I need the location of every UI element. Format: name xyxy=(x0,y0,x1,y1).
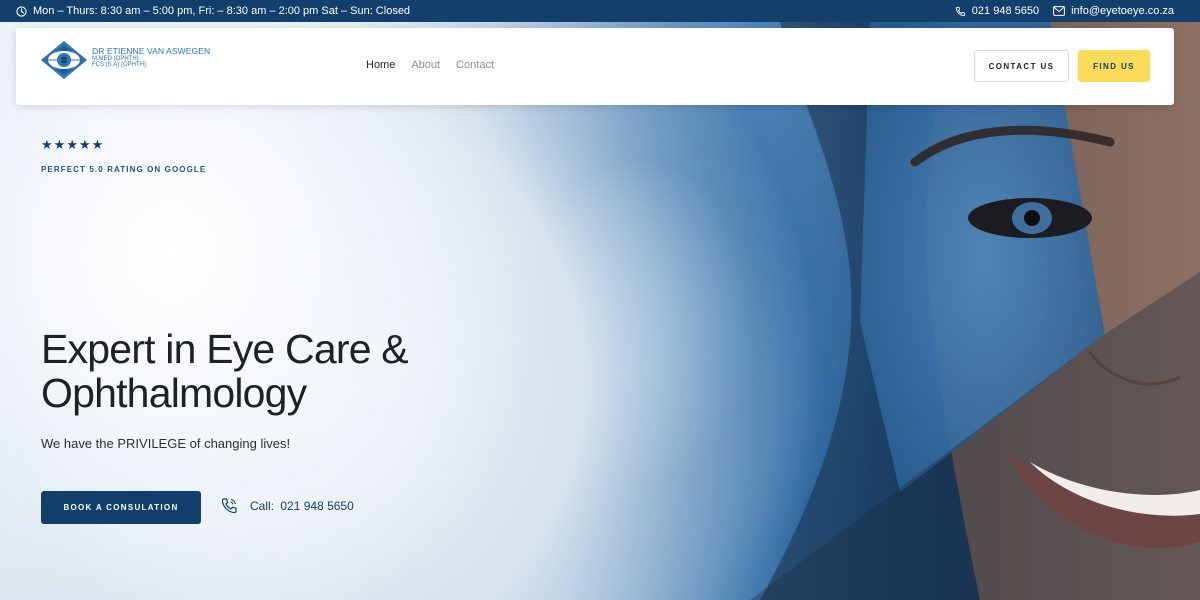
nav-item-about[interactable]: About xyxy=(411,59,440,71)
star-icon: ★ xyxy=(66,137,78,152)
call-prefix: Call: xyxy=(250,499,275,513)
top-info-bar: Mon – Thurs: 8:30 am – 5:00 pm, Fri: – 8… xyxy=(0,0,1200,22)
clock-icon xyxy=(16,5,27,17)
find-us-button[interactable]: FIND US xyxy=(1078,50,1150,82)
topbar-phone[interactable]: 021 948 5650 xyxy=(955,5,1039,17)
site-header: DR ETIENNE VAN ASWEGEN M.MED (OPHTH) FCS… xyxy=(16,28,1174,105)
call-label: Call: 021 948 5650 xyxy=(247,499,354,513)
hero-headline-line-2: Ophthalmology xyxy=(41,370,307,416)
logo-qualification-2: FCS (S.A) (OPHTH) xyxy=(92,62,146,69)
call-number: 021 948 5650 xyxy=(280,499,354,513)
star-icon: ★ xyxy=(91,137,104,152)
envelope-icon xyxy=(1053,6,1065,16)
main-nav: Home About Contact xyxy=(366,59,494,71)
logo-text: DR ETIENNE VAN ASWEGEN M.MED (OPHTH) FCS… xyxy=(92,47,210,69)
hero-headline: Expert in Eye Care & Ophthalmology xyxy=(41,327,461,415)
star-icon: ★ xyxy=(53,137,66,152)
hero-headline-line-1: Expert in Eye Care & xyxy=(41,326,409,372)
site-logo[interactable]: DR ETIENNE VAN ASWEGEN M.MED (OPHTH) FCS… xyxy=(40,40,210,80)
phone-icon xyxy=(955,6,965,16)
logo-name: DR ETIENNE VAN ASWEGEN xyxy=(92,46,211,57)
call-link[interactable]: Call: 021 948 5650 xyxy=(220,497,354,515)
topbar-phone-text: 021 948 5650 xyxy=(971,5,1040,17)
topbar-email[interactable]: info@eyetoeye.co.za xyxy=(1053,5,1174,17)
nav-item-contact[interactable]: Contact xyxy=(456,59,494,71)
rating-text: PERFECT 5.0 RATING ON GOOGLE xyxy=(41,165,207,174)
star-icon: ★ xyxy=(41,137,53,152)
star-icon: ★ xyxy=(78,137,91,152)
book-consultation-button[interactable]: BOOK A CONSULATION xyxy=(41,491,201,524)
rating-stars: ★ ★ ★ ★ ★ xyxy=(41,138,103,152)
eye-logo-icon xyxy=(41,41,87,79)
phone-icon xyxy=(221,498,237,514)
opening-hours-text: Mon – Thurs: 8:30 am – 5:00 pm, Fri: – 8… xyxy=(33,5,411,17)
nav-item-home[interactable]: Home xyxy=(366,59,395,71)
opening-hours: Mon – Thurs: 8:30 am – 5:00 pm, Fri: – 8… xyxy=(16,5,410,17)
hero-subheading: We have the PRIVILEGE of changing lives! xyxy=(41,436,291,451)
contact-us-button[interactable]: CONTACT US xyxy=(974,50,1069,82)
topbar-email-text: info@eyetoeye.co.za xyxy=(1071,5,1174,17)
